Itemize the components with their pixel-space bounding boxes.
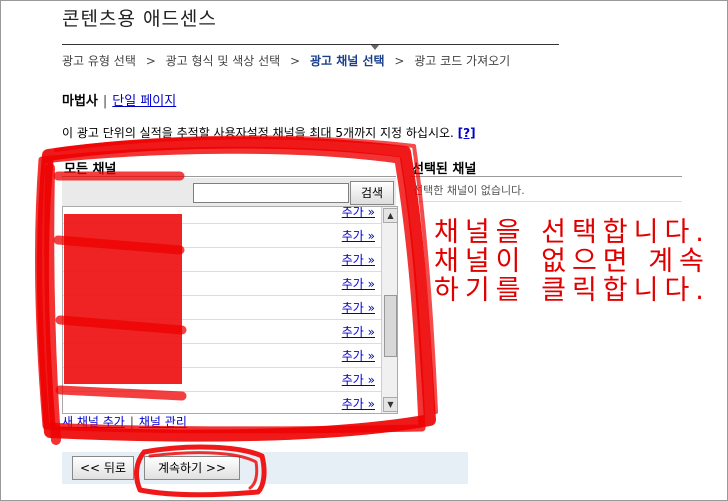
selected-channels-header: 선택된 채널 xyxy=(412,162,477,177)
list-item: 추가 » xyxy=(63,391,381,413)
add-channel-link[interactable]: 추가 » xyxy=(342,323,375,340)
step-channel-current: 광고 채널 선택 xyxy=(309,54,385,68)
single-page-link[interactable]: 단일 페이지 xyxy=(112,94,176,109)
title-rule xyxy=(62,44,559,45)
breadcrumb-separator: > xyxy=(145,54,156,68)
breadcrumb-separator: > xyxy=(290,54,301,68)
annotation-line-2: 채널이 없으면 계속 xyxy=(434,246,710,277)
add-channel-link[interactable]: 추가 » xyxy=(342,251,375,268)
step-ad-type: 광고 유형 선택 xyxy=(62,54,136,68)
add-channel-link[interactable]: 추가 » xyxy=(342,395,375,412)
scroll-down-icon[interactable]: ▼ xyxy=(383,397,397,412)
new-channel-link[interactable]: 새 채널 추가 xyxy=(62,415,125,429)
description-text: 이 광고 단위의 실적을 추적할 사용자설정 채널을 최대 5개까지 지정 하십… xyxy=(62,126,454,140)
all-channels-rule xyxy=(62,176,396,177)
annotation-text: 채널을 선택합니다. 채널이 없으면 계속 하기를 클릭합니다. xyxy=(434,218,710,305)
add-channel-link[interactable]: 추가 » xyxy=(342,227,375,244)
scroll-thumb[interactable] xyxy=(384,295,397,357)
redaction-block xyxy=(64,214,182,384)
selected-channels-divider xyxy=(410,201,682,202)
back-button[interactable]: << 뒤로 xyxy=(72,456,134,480)
channel-description: 이 광고 단위의 실적을 추적할 사용자설정 채널을 최대 5개까지 지정 하십… xyxy=(62,124,476,141)
breadcrumb: 광고 유형 선택 > 광고 형식 및 색상 선택 > 광고 채널 선택 > 광고… xyxy=(62,52,510,69)
search-button[interactable]: 검색 xyxy=(350,181,394,205)
footer-links-separator: | xyxy=(129,415,134,429)
continue-button[interactable]: 계속하기 >> xyxy=(144,456,240,480)
selected-channels-rule xyxy=(410,176,682,177)
add-channel-link[interactable]: 추가 » xyxy=(342,275,375,292)
annotation-line-3: 하기를 클릭합니다. xyxy=(434,275,710,306)
all-channels-header: 모든 채널 xyxy=(64,162,117,177)
add-channel-link[interactable]: 추가 » xyxy=(342,299,375,316)
wizard-separator: | xyxy=(102,94,108,109)
scroll-up-icon[interactable]: ▲ xyxy=(383,208,397,223)
breadcrumb-separator: > xyxy=(394,54,405,68)
channel-footer-links: 새 채널 추가 | 채널 관리 xyxy=(62,413,187,430)
channel-search-input[interactable] xyxy=(193,183,349,203)
wizard-button-bar: << 뒤로 계속하기 >> xyxy=(62,452,468,484)
add-channel-link[interactable]: 추가 » xyxy=(342,347,375,364)
channel-search-bar: 검색 xyxy=(62,178,396,206)
list-scrollbar[interactable]: ▲ ▼ xyxy=(381,207,397,413)
step-format-color: 광고 형식 및 색상 선택 xyxy=(165,54,281,68)
selected-channels-empty: 선택한 채널이 없습니다. xyxy=(413,184,525,197)
current-step-marker xyxy=(371,45,379,50)
add-channel-link[interactable]: 추가 » xyxy=(342,371,375,388)
annotation-line-1: 채널을 선택합니다. xyxy=(434,217,710,248)
wizard-label: 마법사 xyxy=(62,94,98,109)
add-channel-link[interactable]: 추가 » xyxy=(342,207,375,220)
step-get-code: 광고 코드 가져오기 xyxy=(414,54,511,68)
manage-channels-link[interactable]: 채널 관리 xyxy=(139,415,187,429)
wizard-mode: 마법사 | 단일 페이지 xyxy=(62,90,176,109)
page-title: 콘텐츠용 애드센스 xyxy=(62,8,217,30)
help-link[interactable]: [?] xyxy=(458,126,476,140)
